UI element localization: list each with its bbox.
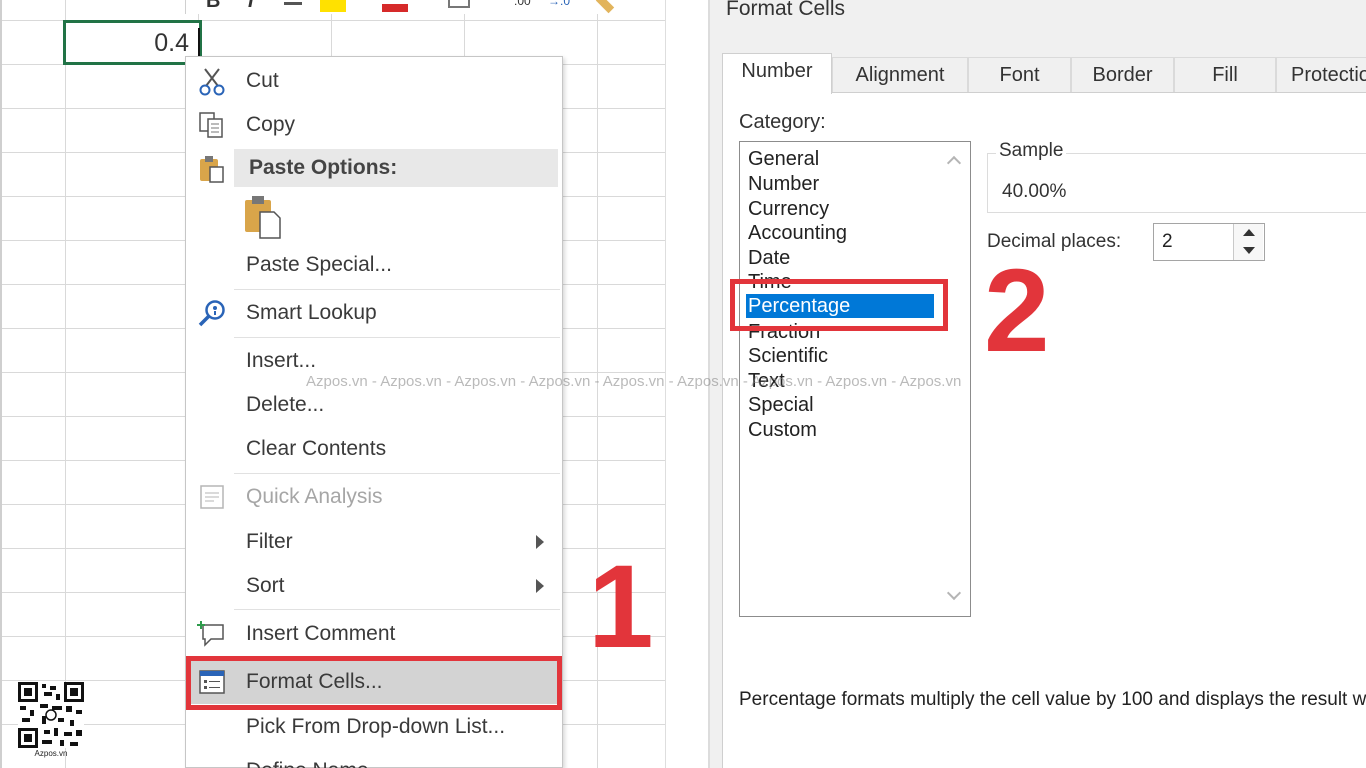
fill-color-icon[interactable] [320, 0, 346, 12]
increase-decimal-icon[interactable]: .00 [514, 0, 531, 8]
category-item-special[interactable]: Special [746, 393, 816, 417]
category-item-date[interactable]: Date [746, 246, 792, 270]
submenu-arrow-icon [536, 535, 544, 549]
bold-icon[interactable]: B [206, 0, 220, 13]
scissors-icon [196, 65, 228, 97]
decimal-places-spinner [1233, 224, 1263, 260]
tab-border[interactable]: Border [1071, 57, 1174, 93]
category-item-scientific[interactable]: Scientific [746, 344, 830, 368]
menu-item-label: Cut [246, 69, 279, 92]
paste-icon [196, 153, 228, 185]
spin-up-icon [1243, 229, 1255, 236]
italic-icon[interactable]: I [248, 0, 254, 13]
spin-down-icon [1243, 247, 1255, 254]
paste-button[interactable] [242, 194, 286, 240]
sample-label: Sample [996, 140, 1067, 162]
menu-item-label: Clear Contents [246, 437, 387, 460]
mini-toolbar: B I .00 →.0 [185, 0, 665, 14]
menu-item-label: Filter [246, 530, 293, 553]
menu-separator [234, 337, 560, 338]
tab-number[interactable]: Number [722, 53, 832, 94]
step-number-1: 1 [588, 541, 654, 673]
highlight-box-percentage [730, 279, 948, 331]
category-description: Percentage formats multiply the cell val… [739, 689, 1366, 710]
menu-separator [234, 473, 560, 474]
menu-separator [234, 609, 560, 610]
spin-down-button[interactable] [1234, 242, 1264, 260]
spin-up-button[interactable] [1234, 224, 1264, 242]
menu-item-filter[interactable]: Filter [186, 520, 562, 564]
menu-item-label: Pick From Drop-down List... [246, 715, 506, 738]
category-item-currency[interactable]: Currency [746, 197, 831, 221]
menu-item-label: Copy [246, 113, 296, 136]
text-cursor [198, 28, 200, 58]
category-item-accounting[interactable]: Accounting [746, 221, 849, 245]
number-tab-panel: Category: General Number Currency Accoun… [722, 92, 1366, 768]
menu-separator [234, 289, 560, 290]
borders-icon[interactable] [448, 0, 470, 8]
menu-item-define-name[interactable]: Define Name... [186, 749, 562, 768]
copy-icon [196, 109, 228, 141]
category-label: Category: [739, 111, 826, 133]
menu-item-label: Insert... [246, 349, 317, 372]
tab-alignment[interactable]: Alignment [832, 57, 968, 93]
paste-clipboard-icon [245, 196, 281, 239]
dialog-title: Format Cells [726, 0, 846, 20]
menu-item-pick-from-dropdown[interactable]: Pick From Drop-down List... [186, 705, 562, 749]
paste-options-header: Paste Options: [234, 149, 558, 187]
menu-item-smart-lookup[interactable]: Smart Lookup [186, 291, 562, 335]
paste-options-label: Paste Options: [249, 156, 398, 179]
qr-code [18, 682, 84, 748]
menu-item-label: Define Name... [246, 759, 386, 768]
window-border [0, 0, 2, 768]
menu-item-label: Paste Special... [246, 253, 392, 276]
category-item-general[interactable]: General [746, 147, 821, 171]
menu-item-label: Quick Analysis [246, 485, 383, 508]
smart-lookup-icon [196, 297, 228, 329]
format-painter-icon[interactable] [595, 0, 615, 14]
submenu-arrow-icon [536, 579, 544, 593]
scroll-down-icon[interactable] [946, 585, 962, 601]
scroll-up-icon[interactable] [946, 155, 962, 171]
menu-item-insert-comment[interactable]: Insert Comment [186, 612, 562, 656]
decrease-decimal-icon[interactable]: →.0 [548, 0, 570, 8]
step-number-2: 2 [984, 245, 1050, 377]
tab-strip: Number Alignment Font Border Fill Protec… [722, 53, 1366, 94]
sample-group: Sample 40.00% [987, 140, 1366, 213]
menu-item-label: Sort [246, 574, 285, 597]
font-color-icon[interactable] [382, 4, 408, 12]
menu-item-label: Delete... [246, 393, 325, 416]
category-item-number[interactable]: Number [746, 172, 821, 196]
menu-item-clear-contents[interactable]: Clear Contents [186, 427, 562, 471]
tab-protection[interactable]: Protection [1276, 57, 1366, 93]
menu-item-paste-special[interactable]: Paste Special... [186, 243, 562, 287]
qr-caption: Azpos.vn [34, 749, 68, 758]
active-cell[interactable]: 0.4 [63, 20, 202, 65]
menu-item-label: Smart Lookup [246, 301, 377, 324]
dialog-body: Number Alignment Font Border Fill Protec… [710, 40, 1366, 768]
menu-item-copy[interactable]: Copy [186, 103, 562, 147]
tab-font[interactable]: Font [968, 57, 1071, 93]
highlight-box-format-cells [186, 656, 562, 710]
menu-item-quick-analysis: Quick Analysis [186, 475, 562, 519]
tab-fill[interactable]: Fill [1174, 57, 1276, 93]
menu-item-cut[interactable]: Cut [186, 59, 562, 103]
comment-icon [196, 618, 228, 650]
menu-item-label: Insert Comment [246, 622, 396, 645]
menu-item-sort[interactable]: Sort [186, 564, 562, 608]
category-item-custom[interactable]: Custom [746, 418, 819, 442]
watermark: Azpos.vn - Azpos.vn - Azpos.vn - Azpos.v… [306, 373, 962, 390]
sample-value: 40.00% [1002, 181, 1067, 202]
quick-analysis-icon [196, 481, 228, 513]
align-icon[interactable] [284, 2, 302, 5]
